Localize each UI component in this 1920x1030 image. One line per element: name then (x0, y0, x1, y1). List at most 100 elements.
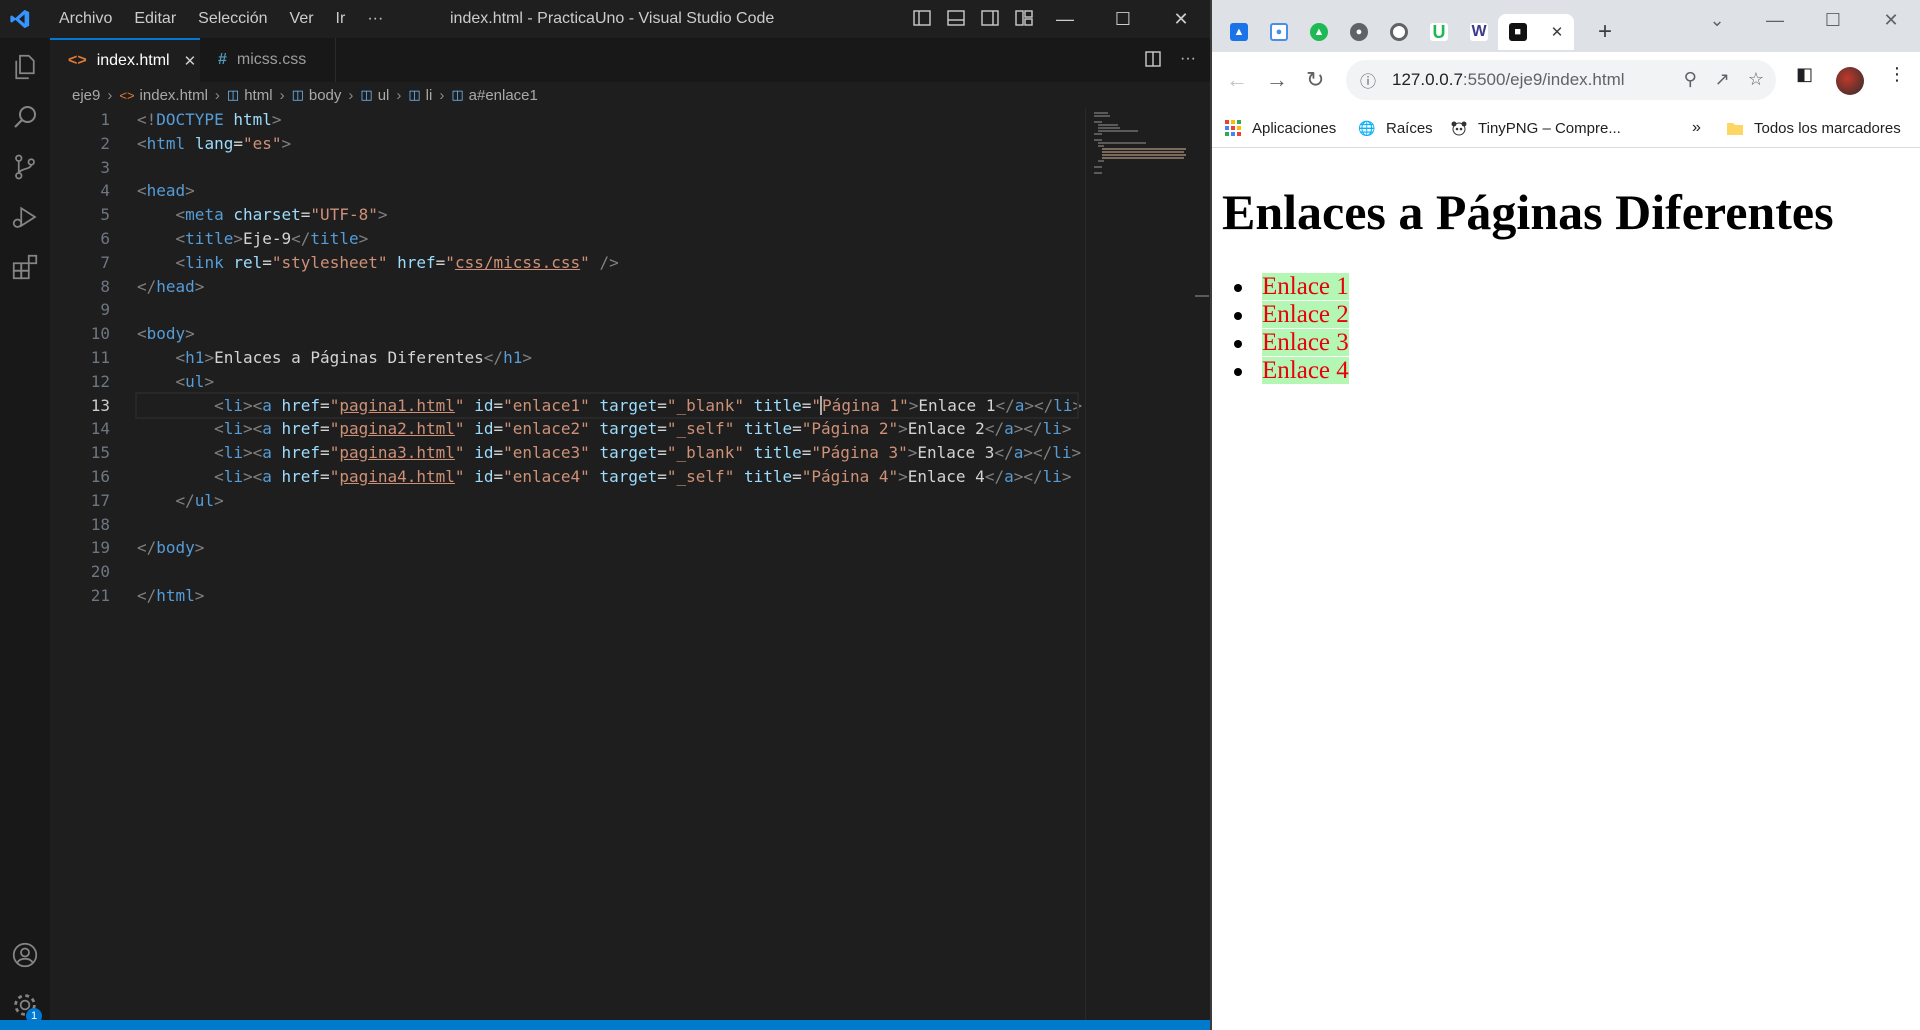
customize-layout-icon[interactable] (1014, 8, 1034, 28)
close-window-icon[interactable]: ✕ (1152, 0, 1210, 38)
menu-archivo[interactable]: Archivo (48, 0, 123, 38)
toggle-secondary-sidebar-icon[interactable] (980, 8, 1000, 28)
code-content[interactable]: <!DOCTYPE html> <html lang="es"> <head> … (135, 108, 1082, 608)
code-editor[interactable]: 1 2 3 4 5 6 7 8 9 10 11 12 13 14 15 16 17 18 19 20 21 <!DOCT… (50, 108, 1085, 1020)
code-line[interactable] (137, 156, 1077, 180)
site-info-icon[interactable]: ⓘ (1360, 68, 1380, 92)
reload-icon[interactable]: ↻ (1306, 67, 1324, 93)
profile-avatar[interactable] (1836, 67, 1864, 95)
link-enlace-3[interactable]: Enlace 3 (1262, 329, 1349, 356)
code-line[interactable] (137, 513, 1077, 537)
code-line[interactable]: <html lang="es"> (137, 132, 1077, 156)
menu-ir[interactable]: Ir (325, 0, 357, 38)
close-window-icon[interactable]: ✕ (1862, 0, 1920, 40)
code-line[interactable]: <meta charset="UTF-8"> (137, 203, 1077, 227)
list-item: Enlace 3 (1234, 329, 1349, 357)
code-line[interactable]: <li><a href="pagina2.html" id="enlace2" … (137, 417, 1077, 441)
browser-tab[interactable]: W (1460, 14, 1498, 50)
accounts-icon[interactable] (0, 930, 50, 980)
menu-more[interactable]: ··· (356, 0, 394, 38)
code-line-current[interactable]: <li><a href="pagina1.html" id="enlace1" … (135, 391, 1082, 420)
menu-ver[interactable]: Ver (279, 0, 325, 38)
tab-index-html[interactable]: <> index.html ✕ (50, 38, 200, 82)
code-line[interactable]: </html> (137, 584, 1077, 608)
code-line[interactable]: <body> (137, 322, 1077, 346)
code-line[interactable] (137, 560, 1077, 584)
code-line[interactable]: </head> (137, 275, 1077, 299)
code-line[interactable]: </body> (137, 536, 1077, 560)
breadcrumb-body[interactable]: body (309, 87, 342, 104)
code-line[interactable]: <link rel="stylesheet" href="css/micss.c… (137, 251, 1077, 275)
new-tab-button[interactable]: + (1598, 18, 1612, 46)
all-bookmarks-folder[interactable]: Todos los marcadores (1726, 108, 1901, 148)
link-enlace-1[interactable]: Enlace 1 (1262, 273, 1349, 300)
maximize-icon[interactable]: ☐ (1094, 0, 1152, 38)
bookmark-aplicaciones[interactable]: Aplicaciones (1224, 108, 1336, 148)
bookmark-tinypng[interactable]: TinyPNG – Compre... (1450, 108, 1621, 148)
url-text[interactable]: 127.0.0.7:5500/eje9/index.html (1392, 70, 1625, 90)
code-line[interactable]: </ul> (137, 489, 1077, 513)
close-tab-icon[interactable]: ✕ (1551, 23, 1564, 41)
breadcrumb-li[interactable]: li (426, 87, 433, 104)
code-line[interactable]: <title>Eje-9</title> (137, 227, 1077, 251)
code-line[interactable]: <li><a href="pagina3.html" id="enlace3" … (137, 441, 1081, 465)
run-debug-icon[interactable] (0, 192, 50, 242)
breadcrumb-anchor[interactable]: a#enlace1 (469, 87, 538, 104)
breadcrumb-ul[interactable]: ul (378, 87, 390, 104)
source-control-icon[interactable] (0, 142, 50, 192)
more-bookmarks-button[interactable]: » (1692, 108, 1701, 148)
browser-tab[interactable]: ▲ (1220, 14, 1258, 50)
element-symbol-icon: ◫ (451, 87, 464, 102)
tab-search-chevron-icon[interactable]: ⌄ (1688, 0, 1746, 40)
scrollbar-indicator[interactable] (1195, 295, 1209, 297)
element-symbol-icon: ◫ (226, 87, 240, 102)
link-enlace-4[interactable]: Enlace 4 (1262, 357, 1349, 384)
minimize-icon[interactable]: — (1036, 0, 1094, 38)
share-icon[interactable]: ↗ (1715, 69, 1730, 90)
chrome-tab-strip: ▲ ● ▲ ● U W ■ ✕ + ⌄ — ☐ ✕ (1212, 0, 1920, 52)
extensions-icon[interactable] (0, 242, 50, 292)
split-editor-icon[interactable] (1144, 50, 1162, 73)
css-file-icon: # (218, 51, 227, 68)
line-number: 1 (100, 110, 110, 129)
vscode-logo-icon[interactable] (6, 5, 34, 33)
bookmark-raices[interactable]: 🌐 Raíces (1358, 108, 1432, 148)
code-line[interactable]: <!DOCTYPE html> (137, 108, 1077, 132)
breadcrumb-file[interactable]: index.html (140, 87, 208, 104)
bookmark-star-icon[interactable]: ☆ (1748, 69, 1764, 90)
apps-grid-icon (1224, 119, 1242, 137)
chrome-menu-icon[interactable]: ⋮ (1888, 64, 1906, 85)
side-panel-icon[interactable]: ◧ (1796, 64, 1813, 85)
code-line[interactable]: <li><a href="pagina4.html" id="enlace4" … (137, 465, 1077, 489)
minimize-icon[interactable]: — (1746, 0, 1804, 40)
tab-micss-css[interactable]: # micss.css (200, 38, 336, 82)
close-tab-icon[interactable]: ✕ (184, 52, 197, 70)
menu-editar[interactable]: Editar (123, 0, 187, 38)
browser-tab[interactable]: ● (1340, 14, 1378, 50)
back-arrow-icon[interactable]: ← (1226, 67, 1248, 93)
browser-tab-active[interactable]: ■ ✕ (1498, 14, 1574, 50)
browser-tab[interactable] (1380, 14, 1418, 50)
code-line[interactable]: <ul> (137, 370, 1077, 394)
code-line[interactable] (137, 298, 1077, 322)
browser-tab[interactable]: U (1420, 14, 1458, 50)
browser-tab[interactable]: ● (1260, 14, 1298, 50)
more-actions-icon[interactable]: ··· (1180, 50, 1196, 73)
minimap[interactable] (1085, 108, 1195, 1020)
search-icon[interactable] (0, 92, 50, 142)
code-line[interactable]: <head> (137, 179, 1077, 203)
maximize-icon[interactable]: ☐ (1804, 0, 1862, 40)
line-number: 11 (90, 347, 110, 367)
breadcrumb-html[interactable]: html (244, 87, 272, 104)
browser-tab[interactable]: ▲ (1300, 14, 1338, 50)
address-bar[interactable]: ⓘ 127.0.0.7:5500/eje9/index.html ⚲ ↗ ☆ (1346, 60, 1776, 100)
menu-seleccion[interactable]: Selección (187, 0, 278, 38)
link-enlace-2[interactable]: Enlace 2 (1262, 301, 1349, 328)
breadcrumb-folder[interactable]: eje9 (72, 87, 100, 104)
toggle-panel-icon[interactable] (946, 8, 966, 28)
zoom-icon[interactable]: ⚲ (1684, 69, 1697, 90)
toggle-primary-sidebar-icon[interactable] (912, 8, 932, 28)
forward-arrow-icon[interactable]: → (1266, 67, 1288, 93)
code-line[interactable]: <h1>Enlaces a Páginas Diferentes</h1> (137, 346, 1077, 370)
explorer-icon[interactable] (0, 42, 50, 92)
